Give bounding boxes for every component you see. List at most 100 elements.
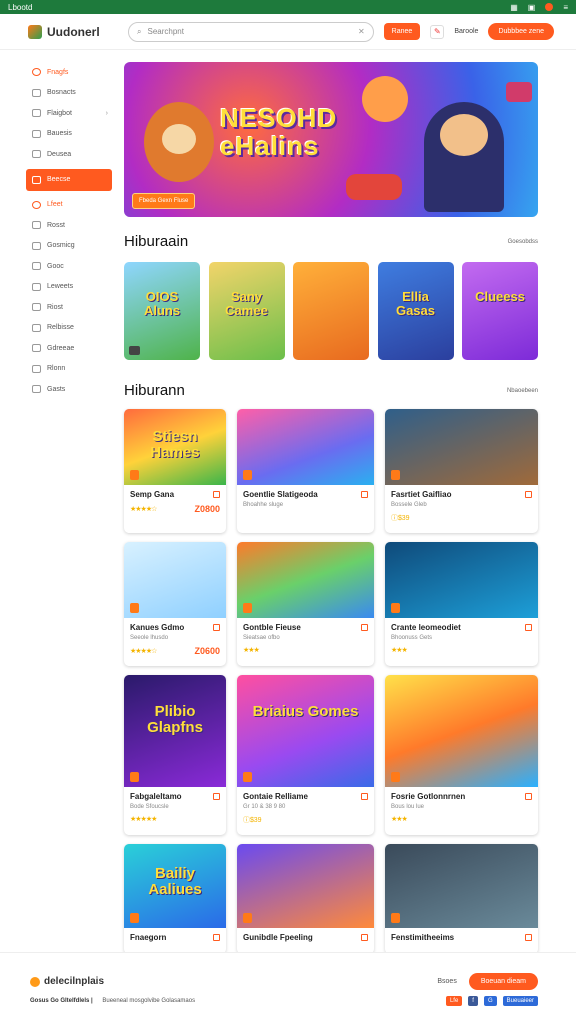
favorite-icon[interactable] xyxy=(213,624,220,631)
sidebar-item-icon xyxy=(32,68,41,77)
favorite-icon[interactable] xyxy=(213,934,220,941)
sidebar-item[interactable]: Flaigbot › xyxy=(26,103,112,124)
game-card[interactable]: Briaius Gomes Gontaie Relliame Gr 10 & 38… xyxy=(237,675,374,835)
sidebar-item[interactable]: Beecse xyxy=(26,168,112,191)
favorite-icon[interactable] xyxy=(525,491,532,498)
user-menu[interactable]: Baroole xyxy=(454,28,478,35)
game-card-body: Fenstimitheeims xyxy=(385,928,538,954)
favorite-icon[interactable] xyxy=(361,934,368,941)
favorite-icon[interactable] xyxy=(361,793,368,800)
game-card-image[interactable] xyxy=(237,542,374,618)
notification-icon[interactable] xyxy=(545,3,554,11)
search-icon: ⌕ xyxy=(137,26,142,36)
game-card[interactable]: Kanues Gdmo Seeole lhusdo ★★★★☆ Z0600 xyxy=(124,542,226,666)
social-link[interactable]: Lfe xyxy=(445,996,463,1006)
game-card[interactable]: Plibio Glapfns Fabgaleltamo Bode Sfoucsle… xyxy=(124,675,226,835)
signup-button[interactable]: Dubbbee zene xyxy=(488,23,554,40)
favorite-icon[interactable] xyxy=(525,624,532,631)
section-see-all-link[interactable]: Nbaoebeen xyxy=(507,388,538,394)
sidebar-item[interactable]: Leweets xyxy=(26,277,112,298)
game-card-image[interactable] xyxy=(124,542,226,618)
sidebar-item[interactable]: Gosmicg xyxy=(26,236,112,257)
game-thumbnail[interactable]: Ellia Gasas xyxy=(377,262,454,360)
game-card-image[interactable] xyxy=(385,542,538,618)
grid-icon[interactable]: ▦ xyxy=(510,3,518,12)
sidebar-item[interactable]: Gdreeae xyxy=(26,338,112,359)
cart-icon[interactable]: ✎ xyxy=(430,24,445,39)
social-link[interactable]: f xyxy=(468,996,478,1006)
game-card-title-row: Fenstimitheeims xyxy=(391,933,532,942)
game-thumbnail[interactable]: OIOS Aluns xyxy=(124,262,200,360)
sidebar-item[interactable]: Rosst xyxy=(26,215,112,236)
sidebar-item[interactable]: Gasts xyxy=(26,379,112,400)
featured-games-row: OIOS Aluns Sany Camee Ellia Gasas Clueess xyxy=(124,262,538,360)
game-thumbnail[interactable]: Sany Camee xyxy=(208,262,285,360)
top-bar-brand: Lbootd xyxy=(8,2,33,12)
hero-banner[interactable]: NESOHD eHalins Fbeda Gexn Fluse xyxy=(124,62,538,217)
social-link[interactable]: Bueuaieer xyxy=(502,996,538,1006)
sidebar-item[interactable]: Gooc xyxy=(26,256,112,277)
favorite-icon[interactable] xyxy=(361,491,368,498)
game-card-image[interactable]: Stiesn Hames xyxy=(124,409,226,485)
section-header: Hiburann Nbaoebeen xyxy=(124,382,538,399)
game-card[interactable]: Bailiy Aaliues Fnaegorn xyxy=(124,844,226,954)
game-card-image[interactable]: Briaius Gomes xyxy=(237,675,374,787)
menu-icon[interactable]: ≡ xyxy=(563,3,568,12)
sidebar-item[interactable]: Rlonn xyxy=(26,359,112,380)
game-card-image[interactable] xyxy=(385,409,538,485)
sidebar-item-icon xyxy=(32,282,41,291)
footer-link[interactable]: Bsoes xyxy=(437,978,456,985)
game-card-image[interactable] xyxy=(237,409,374,485)
sidebar-item[interactable]: Lfeet xyxy=(26,195,112,216)
game-card-title-row: Kanues Gdmo xyxy=(130,623,220,632)
game-card[interactable]: Gunibdle Fpeeling xyxy=(237,844,374,954)
game-card-image[interactable] xyxy=(385,844,538,928)
game-card-image[interactable] xyxy=(237,844,374,928)
game-card[interactable]: Fenstimitheeims xyxy=(385,844,538,954)
game-tag-badge xyxy=(243,470,253,480)
sidebar-item[interactable]: Bosnacts xyxy=(26,83,112,104)
section-see-all-link[interactable]: Goesobdss xyxy=(508,239,538,245)
game-card[interactable]: Stiesn Hames Semp Gana ★★★★☆ Z0800 xyxy=(124,409,226,533)
favorite-icon[interactable] xyxy=(361,624,368,631)
game-card-image[interactable]: Plibio Glapfns xyxy=(124,675,226,787)
footer-button[interactable]: Boeuan dieam xyxy=(468,973,538,990)
game-card-name: Gontaie Relliame xyxy=(243,792,308,801)
favorite-icon[interactable] xyxy=(525,793,532,800)
header-button[interactable]: Ranee xyxy=(383,23,421,40)
logo[interactable]: Uudonerl xyxy=(28,24,118,39)
hero-button[interactable]: Fbeda Gexn Fluse xyxy=(132,193,196,209)
sidebar-item-icon xyxy=(32,364,41,373)
game-thumbnail[interactable] xyxy=(293,262,369,360)
sidebar-item[interactable]: Fnagfs xyxy=(26,62,112,83)
game-card[interactable]: Crante leomeodiet Bhoonuss Gets ★★★ xyxy=(385,542,538,666)
favorite-icon[interactable] xyxy=(525,934,532,941)
sidebar-item-icon xyxy=(32,323,41,332)
sidebar-item[interactable]: Bauesis xyxy=(26,124,112,145)
sidebar-item[interactable]: Riost xyxy=(26,297,112,318)
sidebar-item[interactable]: Deusea xyxy=(26,144,112,165)
social-link[interactable]: G xyxy=(483,996,497,1006)
sidebar-item-label: Gosmicg xyxy=(47,242,75,250)
search-input[interactable]: ⌕ Searchpnt ✕ xyxy=(128,21,374,42)
sidebar-item-icon xyxy=(32,109,41,118)
footer-logo[interactable]: delecilnplais xyxy=(30,976,104,987)
footer-logo-text: delecilnplais xyxy=(44,976,105,987)
favorite-icon[interactable] xyxy=(213,793,220,800)
game-card[interactable]: Goentlie Slatigeoda Bhoahhe sluge xyxy=(237,409,374,533)
game-card-image[interactable]: Bailiy Aaliues xyxy=(124,844,226,928)
favorite-icon[interactable] xyxy=(213,491,220,498)
game-card-image[interactable] xyxy=(385,675,538,787)
game-thumbnail-title: Clueess xyxy=(475,289,525,304)
window-icon[interactable]: ▣ xyxy=(528,3,536,12)
game-card[interactable]: Gontble Fieuse Sieatsae ofbo ★★★ xyxy=(237,542,374,666)
game-card-name: Fnaegorn xyxy=(130,933,167,942)
sidebar-item[interactable]: Relbisse xyxy=(26,318,112,339)
game-card[interactable]: Fosrie Gotlonnrnen Bous lou lue ★★★ xyxy=(385,675,538,835)
game-card[interactable]: Fasrtiet Gaifliao Bossele Gleb ⓘ $ 3 9 xyxy=(385,409,538,533)
game-tag-badge xyxy=(391,603,401,613)
game-thumbnail[interactable]: Clueess xyxy=(462,262,538,360)
game-card-name: Fasrtiet Gaifliao xyxy=(391,490,452,499)
game-card-body: Fnaegorn xyxy=(124,928,226,954)
clear-icon[interactable]: ✕ xyxy=(358,27,365,36)
